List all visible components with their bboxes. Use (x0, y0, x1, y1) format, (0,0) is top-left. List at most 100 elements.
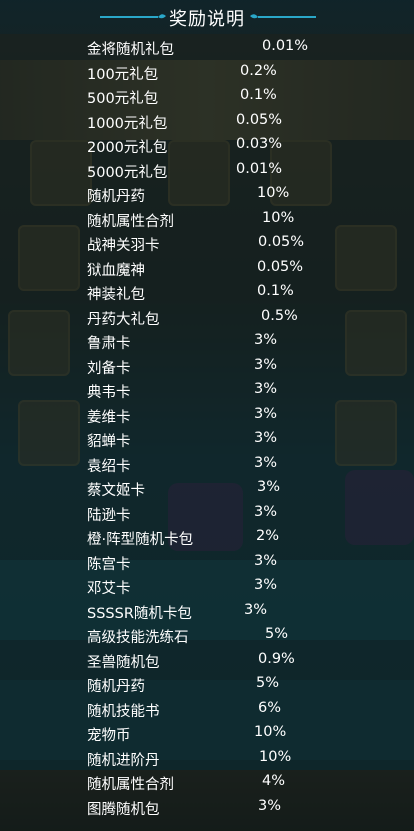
reward-row: 蔡文姬卡 3% (0, 476, 414, 501)
reward-probability: 5% (265, 626, 289, 642)
reward-row: 1000元礼包 0.05% (0, 109, 414, 134)
reward-probability: 0.05% (258, 234, 305, 250)
reward-probability: 0.2% (240, 62, 277, 79)
reward-row: SSSSR随机卡包 3% (0, 599, 414, 624)
reward-name: 5000元礼包 (87, 164, 168, 181)
reward-name: 圣兽随机包 (87, 654, 160, 671)
reward-list: 金将随机礼包 0.01% 100元礼包 0.2% 500元礼包 0.1% 1000元礼… (0, 35, 414, 819)
reward-name: 刘备卡 (87, 360, 131, 377)
reward-probability: 0.01% (262, 38, 309, 54)
reward-probability: 3% (258, 797, 282, 814)
reward-row: 陆逊卡 3% (0, 501, 414, 526)
reward-row: 500元礼包 0.1% (0, 84, 414, 109)
reward-name: 图腾随机包 (87, 801, 160, 818)
reward-name: 金将随机礼包 (87, 42, 174, 58)
reward-name: 貂蝉卡 (87, 434, 131, 450)
reward-row: 神装礼包 0.1% (0, 280, 414, 305)
reward-name: SSSSR随机卡包 (87, 605, 192, 622)
reward-name: 高级技能洗练石 (87, 630, 189, 646)
reward-probability: 5% (256, 675, 280, 691)
reward-probability: 3% (254, 381, 278, 397)
reward-probability: 0.03% (236, 136, 283, 152)
reward-row: 高级技能洗练石 5% (0, 623, 414, 648)
reward-row: 典韦卡 3% (0, 378, 414, 403)
reward-row: 随机技能书 6% (0, 697, 414, 722)
reward-name: 典韦卡 (87, 385, 131, 401)
reward-probability: 3% (254, 503, 278, 520)
reward-probability: 4% (262, 773, 286, 789)
reward-row: 陈宫卡 3% (0, 550, 414, 575)
reward-name: 邓艾卡 (87, 581, 131, 597)
reward-name: 1000元礼包 (87, 115, 168, 132)
reward-name: 100元礼包 (87, 66, 159, 83)
reward-probability: 10% (254, 724, 287, 740)
title-ornament-right-icon (250, 14, 316, 19)
reward-row: 5000元礼包 0.01% (0, 158, 414, 183)
reward-probability: 3% (254, 430, 278, 446)
reward-probability: 3% (254, 332, 278, 348)
reward-row: 刘备卡 3% (0, 354, 414, 379)
reward-row: 随机丹药 5% (0, 672, 414, 697)
reward-probability: 0.05% (236, 111, 283, 128)
reward-probability: 3% (244, 601, 268, 618)
reward-probability: 10% (259, 748, 292, 765)
reward-row: 圣兽随机包 0.9% (0, 648, 414, 673)
reward-probability: 3% (254, 356, 278, 373)
reward-probability: 3% (254, 577, 278, 593)
reward-name: 陈宫卡 (87, 556, 131, 573)
reward-probability: 10% (257, 185, 290, 201)
reward-name: 随机丹药 (87, 189, 145, 205)
reward-name: 蔡文姬卡 (87, 483, 145, 499)
title-bar: 奖励说明 (0, 0, 414, 34)
reward-row: 图腾随机包 3% (0, 795, 414, 820)
reward-name: 2000元礼包 (87, 140, 168, 156)
reward-probability: 0.05% (257, 258, 304, 275)
reward-row: 橙·阵型随机卡包 2% (0, 525, 414, 550)
reward-probability: 3% (254, 552, 278, 569)
reward-row: 鲁肃卡 3% (0, 329, 414, 354)
reward-probability: 6% (258, 699, 282, 716)
reward-name: 橙·阵型随机卡包 (87, 532, 194, 548)
reward-row: 随机属性合剂 4% (0, 770, 414, 795)
reward-row: 貂蝉卡 3% (0, 427, 414, 452)
reward-name: 随机技能书 (87, 703, 160, 720)
reward-probability: 3% (257, 479, 281, 495)
reward-probability: 10% (262, 209, 295, 226)
reward-name: 陆逊卡 (87, 507, 131, 524)
reward-name: 战神关羽卡 (87, 238, 160, 254)
reward-name: 随机丹药 (87, 679, 145, 695)
reward-row: 随机属性合剂 10% (0, 207, 414, 232)
reward-row: 袁绍卡 3% (0, 452, 414, 477)
reward-name: 鲁肃卡 (87, 336, 131, 352)
reward-name: 随机属性合剂 (87, 213, 174, 230)
reward-row: 金将随机礼包 0.01% (0, 35, 414, 60)
reward-row: 100元礼包 0.2% (0, 60, 414, 85)
reward-probability: 3% (254, 454, 278, 471)
reward-name: 神装礼包 (87, 287, 145, 303)
reward-row: 姜维卡 3% (0, 403, 414, 428)
reward-row: 狱血魔神 0.05% (0, 256, 414, 281)
reward-name: 500元礼包 (87, 91, 159, 107)
reward-row: 战神关羽卡 0.05% (0, 231, 414, 256)
reward-name: 随机属性合剂 (87, 777, 174, 793)
reward-row: 随机进阶丹 10% (0, 746, 414, 771)
reward-probability: 0.5% (261, 307, 298, 324)
reward-name: 宠物币 (87, 728, 131, 744)
reward-row: 2000元礼包 0.03% (0, 133, 414, 158)
reward-probability: 0.9% (258, 650, 295, 667)
reward-name: 姜维卡 (87, 409, 131, 426)
reward-name: 狱血魔神 (87, 262, 145, 279)
reward-row: 宠物币 10% (0, 721, 414, 746)
reward-probability: 2% (256, 528, 280, 544)
reward-name: 袁绍卡 (87, 458, 131, 475)
reward-probability: 0.1% (240, 87, 277, 103)
reward-name: 丹药大礼包 (87, 311, 160, 328)
reward-row: 邓艾卡 3% (0, 574, 414, 599)
page-title: 奖励说明 (169, 9, 245, 30)
reward-probability: 0.1% (257, 283, 294, 299)
reward-row: 丹药大礼包 0.5% (0, 305, 414, 330)
reward-row: 随机丹药 10% (0, 182, 414, 207)
reward-probability: 0.01% (236, 160, 283, 177)
reward-probability: 3% (254, 405, 278, 422)
reward-name: 随机进阶丹 (87, 752, 160, 769)
